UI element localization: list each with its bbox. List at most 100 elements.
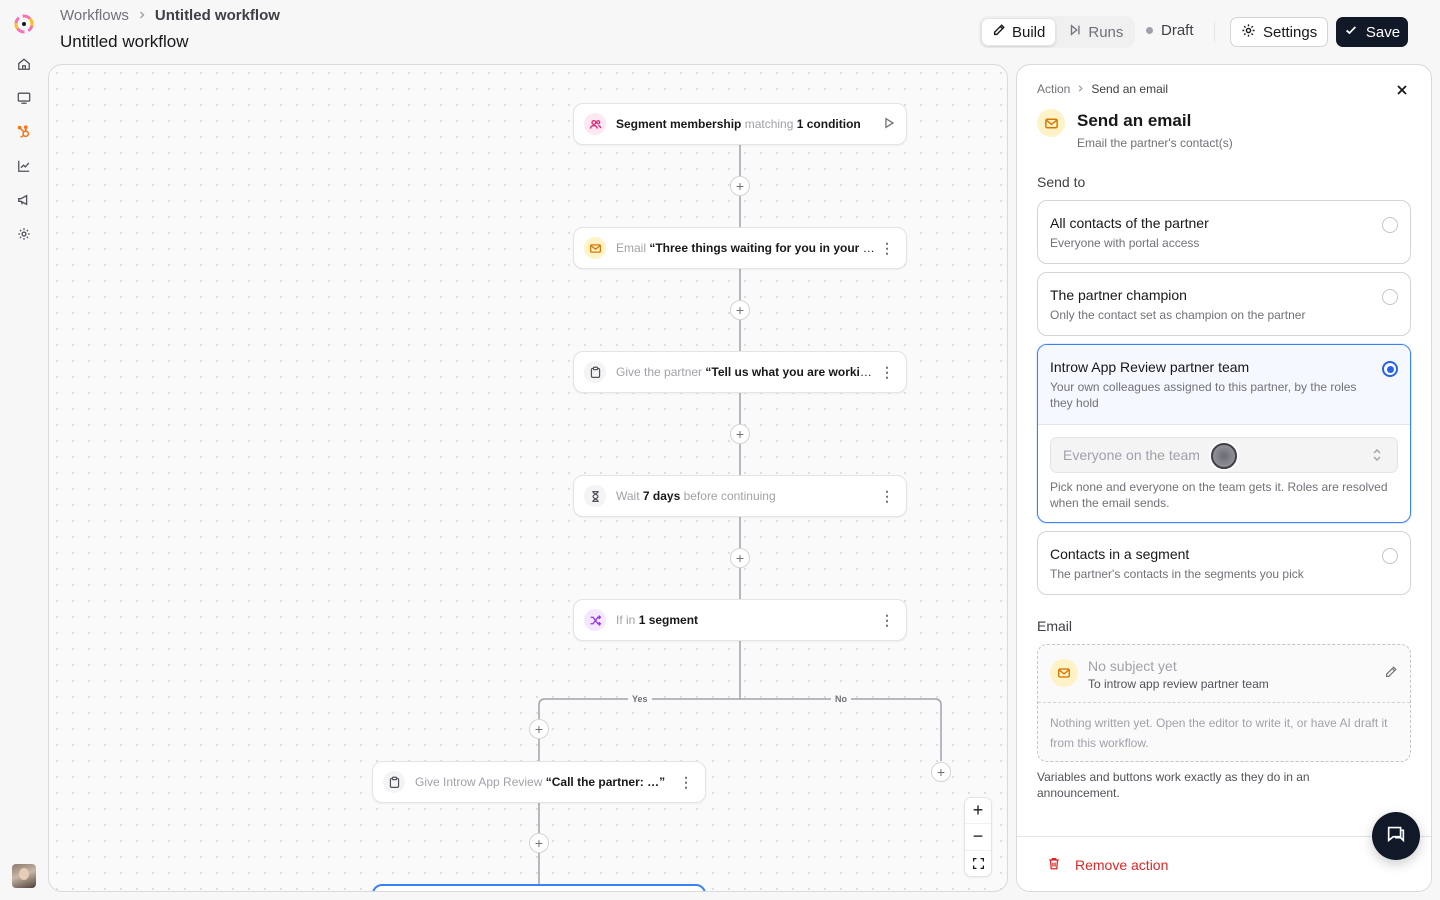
page-title[interactable]: Untitled workflow xyxy=(60,32,189,52)
remove-action-label: Remove action xyxy=(1075,857,1169,873)
tab-runs-label: Runs xyxy=(1088,23,1124,41)
tab-runs[interactable]: Runs xyxy=(1058,18,1133,46)
kebab-menu-icon[interactable]: ⋮ xyxy=(878,365,896,379)
settings-button[interactable]: Settings xyxy=(1230,17,1329,47)
node-text: Email “Three things waiting for you in y… xyxy=(616,241,878,255)
email-preview-card[interactable]: No subject yet To introw app review part… xyxy=(1037,644,1411,762)
option-description: Your own colleagues assigned to this par… xyxy=(1050,380,1357,410)
team-select-placeholder: Everyone on the team xyxy=(1063,447,1200,463)
branch-yes-label: Yes xyxy=(628,694,652,704)
panel-breadcrumb-current: Send an email xyxy=(1091,82,1169,96)
add-step-button[interactable]: + xyxy=(931,762,951,782)
chat-bubble-icon xyxy=(1385,823,1407,850)
email-recipients: To introw app review partner team xyxy=(1088,677,1269,691)
action-panel: Action Send an email Send an email Email… xyxy=(1016,64,1432,892)
breadcrumb-current: Untitled workflow xyxy=(154,7,280,24)
kebab-menu-icon[interactable]: ⋮ xyxy=(677,775,695,789)
add-step-button[interactable]: + xyxy=(730,300,750,320)
megaphone-icon[interactable] xyxy=(16,192,32,208)
option-title: The partner champion xyxy=(1050,287,1187,303)
users-icon xyxy=(584,113,606,135)
add-step-button[interactable]: + xyxy=(529,719,549,739)
remove-action-button[interactable]: Remove action xyxy=(1047,856,1168,874)
breadcrumb: Workflows Untitled workflow xyxy=(60,7,280,24)
shuffle-icon xyxy=(584,609,606,631)
fullscreen-icon xyxy=(972,857,984,869)
gear-icon[interactable] xyxy=(16,226,32,242)
home-icon[interactable] xyxy=(16,56,32,72)
save-button-label: Save xyxy=(1365,23,1401,41)
kebab-menu-icon[interactable]: ⋮ xyxy=(878,613,896,627)
option-title: Contacts in a segment xyxy=(1050,546,1190,562)
divider xyxy=(1038,424,1410,425)
task-node[interactable]: Give Introw App Review “Call the partner… xyxy=(372,761,706,803)
option-partner-champion[interactable]: The partner champion Only the contact se… xyxy=(1037,272,1411,336)
breadcrumb-workflows-link[interactable]: Workflows xyxy=(60,7,129,24)
radio-button[interactable] xyxy=(1382,289,1398,305)
option-title: Introw App Review partner team xyxy=(1050,359,1250,375)
kebab-menu-icon[interactable]: ⋮ xyxy=(878,489,896,503)
email-subject: No subject yet xyxy=(1088,658,1177,674)
email-body-placeholder: Nothing written yet. Open the editor to … xyxy=(1050,716,1388,750)
play-icon[interactable] xyxy=(882,116,896,133)
node-text: Segment membership matching 1 condition xyxy=(616,117,861,131)
variables-note: Variables and buttons work exactly as th… xyxy=(1037,770,1310,800)
selected-email-node[interactable] xyxy=(372,884,706,891)
wait-node[interactable]: Wait 7 days before continuing ⋮ xyxy=(573,475,907,517)
branch-no-label: No xyxy=(831,694,851,704)
option-description: Everyone with portal access xyxy=(1050,236,1200,250)
mail-icon xyxy=(584,237,606,259)
chevron-right-icon xyxy=(1076,82,1085,96)
mail-icon xyxy=(1037,109,1065,137)
cursor-indicator-icon xyxy=(1211,443,1237,469)
play-skip-icon xyxy=(1068,23,1082,41)
radio-button-selected[interactable] xyxy=(1382,361,1398,377)
option-title: All contacts of the partner xyxy=(1050,215,1209,231)
edit-pencil-icon[interactable] xyxy=(1384,665,1398,684)
app-logo-icon[interactable] xyxy=(12,12,36,36)
kebab-menu-icon[interactable]: ⋮ xyxy=(878,241,896,255)
zoom-in-button[interactable]: + xyxy=(965,798,991,825)
radio-button[interactable] xyxy=(1382,217,1398,233)
option-description: Only the contact set as champion on the … xyxy=(1050,308,1306,322)
tab-build-label: Build xyxy=(1012,23,1046,41)
zoom-out-button[interactable]: − xyxy=(965,824,991,851)
left-rail xyxy=(0,0,48,900)
monitor-icon[interactable] xyxy=(16,90,32,106)
add-step-button[interactable]: + xyxy=(529,833,549,853)
divider xyxy=(1214,22,1215,42)
workflow-canvas[interactable]: Segment membership matching 1 condition … xyxy=(48,64,1008,892)
avatar[interactable] xyxy=(12,864,36,888)
team-roles-select[interactable]: Everyone on the team xyxy=(1050,437,1398,473)
chat-button[interactable] xyxy=(1372,812,1420,860)
chart-icon[interactable] xyxy=(16,158,32,174)
option-partner-team[interactable]: Introw App Review partner team Your own … xyxy=(1037,344,1411,523)
settings-button-label: Settings xyxy=(1263,23,1318,41)
node-text: Wait 7 days before continuing xyxy=(616,489,776,503)
tab-build[interactable]: Build xyxy=(981,18,1057,46)
check-icon xyxy=(1344,23,1358,41)
hubspot-icon[interactable] xyxy=(16,124,32,140)
status-dot-icon xyxy=(1146,27,1153,34)
panel-subtitle: Email the partner's contact(s) xyxy=(1077,136,1233,150)
pencil-icon xyxy=(992,23,1006,41)
add-step-button[interactable]: + xyxy=(730,176,750,196)
option-segment-contacts[interactable]: Contacts in a segment The partner's cont… xyxy=(1037,531,1411,595)
branch-node[interactable]: If in 1 segment ⋮ xyxy=(573,599,907,641)
fit-view-button[interactable] xyxy=(965,851,991,876)
radio-button[interactable] xyxy=(1382,548,1398,564)
task-node[interactable]: Give the partner “Tell us what you are w… xyxy=(573,351,907,393)
gear-icon xyxy=(1241,23,1256,42)
mail-icon xyxy=(1050,659,1078,687)
email-section-label: Email xyxy=(1037,618,1073,634)
close-icon[interactable] xyxy=(1393,81,1411,99)
email-node[interactable]: Email “Three things waiting for you in y… xyxy=(573,227,907,269)
save-button[interactable]: Save xyxy=(1336,17,1408,47)
add-step-button[interactable]: + xyxy=(730,424,750,444)
panel-breadcrumb-root[interactable]: Action xyxy=(1037,82,1070,96)
trigger-node[interactable]: Segment membership matching 1 condition xyxy=(573,103,907,145)
status-label: Draft xyxy=(1161,22,1194,39)
option-all-contacts[interactable]: All contacts of the partner Everyone wit… xyxy=(1037,200,1411,264)
add-step-button[interactable]: + xyxy=(730,548,750,568)
zoom-controls: + − xyxy=(964,797,992,877)
